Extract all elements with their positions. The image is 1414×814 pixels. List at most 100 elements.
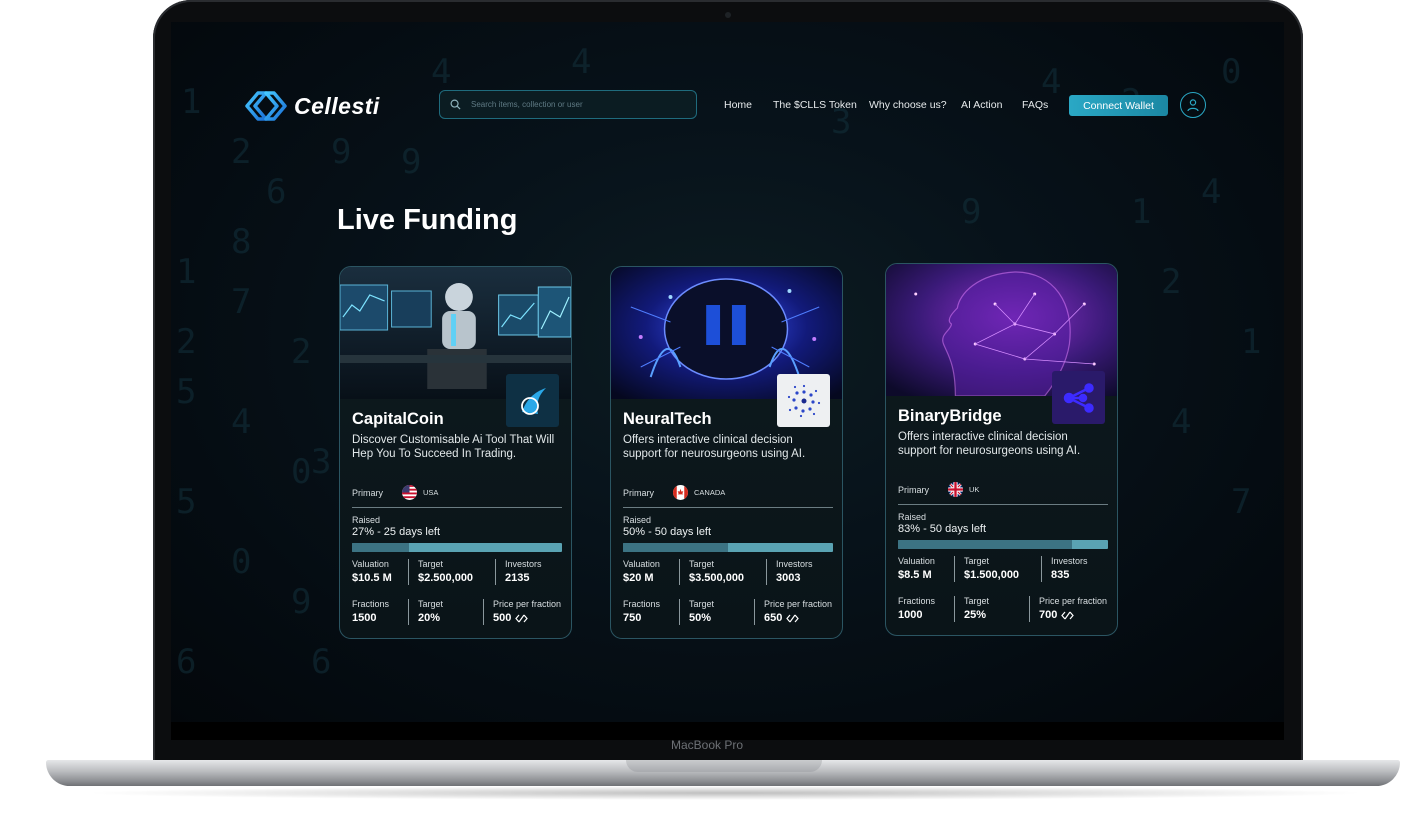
canada-flag-icon <box>673 485 688 500</box>
price-value: 500 <box>493 612 512 624</box>
nav-ai-action[interactable]: AI Action <box>961 99 1002 111</box>
stats-row-2: Fractions 1500 Target 20% Price per frac… <box>352 599 562 627</box>
stat-label: Price per fraction <box>493 599 562 609</box>
separator <box>679 599 680 625</box>
card-logo-binarybridge <box>1052 371 1105 424</box>
stat-value: 700 <box>1039 609 1107 621</box>
stat-value: 50% <box>689 612 712 624</box>
divider <box>352 507 562 508</box>
stat-label: Target <box>418 559 444 569</box>
card-description: Offers interactive clinical decision sup… <box>623 434 806 460</box>
raised-status: 50% - 50 days left <box>623 526 712 538</box>
stat-value: $3.500,000 <box>689 572 745 584</box>
price-value: 700 <box>1039 609 1058 621</box>
sail-icon <box>520 387 546 415</box>
device-model-label: MacBook Pro <box>670 738 744 752</box>
spiral-dots-icon <box>787 384 820 417</box>
stat-label: Target <box>418 599 444 609</box>
connect-wallet-button[interactable]: Connect Wallet <box>1069 95 1168 116</box>
cellesti-token-icon <box>1061 611 1075 619</box>
stats-row-2: Fractions 1000 Target 25% Price per frac… <box>898 596 1108 624</box>
stat-label: Price per fraction <box>1039 596 1108 606</box>
price-value: 650 <box>764 612 783 624</box>
stat-price-per-fraction: Price per fraction 700 <box>1039 596 1107 621</box>
stat-value: 20% <box>418 612 441 624</box>
cellesti-logo-icon <box>245 91 287 121</box>
separator <box>679 559 680 585</box>
stat-target: Target $1.500,000 <box>964 556 1019 581</box>
search-input[interactable] <box>469 99 683 110</box>
stats-row-2: Fractions 750 Target 50% Price per fract… <box>623 599 833 627</box>
stat-price-per-fraction: Price per fraction 500 <box>493 599 561 624</box>
cellesti-token-icon <box>515 614 529 622</box>
search-icon <box>450 99 461 110</box>
cellesti-token-icon <box>786 614 800 622</box>
raised-progress-bar <box>898 540 1108 549</box>
separator <box>954 596 955 622</box>
funding-card-neuraltech[interactable]: NeuralTech Offers interactive clinical d… <box>610 266 843 639</box>
nav-clls-token[interactable]: The $CLLS Token <box>773 99 857 111</box>
market-label: Primary <box>623 487 654 498</box>
stat-label: Investors <box>776 559 813 569</box>
funding-card-binarybridge[interactable]: BinaryBridge Offers interactive clinical… <box>885 263 1118 636</box>
market-label: Primary <box>352 487 383 498</box>
stat-value: 650 <box>764 612 832 624</box>
separator <box>483 599 484 625</box>
stat-fractions: Fractions 750 <box>623 599 660 624</box>
separator <box>495 559 496 585</box>
stat-valuation: Valuation $20 M <box>623 559 660 584</box>
market-row: Primary USA <box>352 485 562 500</box>
stat-investors: Investors 2135 <box>505 559 542 584</box>
user-account-button[interactable] <box>1180 92 1206 118</box>
raised-status: 83% - 50 days left <box>898 523 987 535</box>
brand-name: Cellesti <box>294 92 380 119</box>
stat-investors: Investors 835 <box>1051 556 1088 581</box>
stat-target-percent: Target 25% <box>964 596 989 621</box>
market-row: Primary CANADA <box>623 485 833 500</box>
stat-value: 750 <box>623 612 642 624</box>
stat-label: Fractions <box>352 599 390 609</box>
separator <box>754 599 755 625</box>
brand-logo[interactable]: Cellesti <box>244 90 380 122</box>
raised-label: Raised <box>898 512 927 522</box>
stat-label: Valuation <box>352 559 389 569</box>
market-label: Primary <box>898 484 929 495</box>
stat-value: 1500 <box>352 612 377 624</box>
nav-faqs[interactable]: FAQs <box>1022 99 1048 111</box>
country-label: CANADA <box>694 488 726 497</box>
stat-label: Target <box>964 596 990 606</box>
stat-valuation: Valuation $8.5 M <box>898 556 935 581</box>
stat-label: Price per fraction <box>764 599 833 609</box>
search-bar[interactable] <box>439 90 697 119</box>
raised-progress-bar <box>623 543 833 552</box>
stat-label: Investors <box>1051 556 1088 566</box>
country-label: UK <box>969 485 980 494</box>
laptop-base-notch <box>626 760 822 772</box>
stat-label: Valuation <box>898 556 935 566</box>
separator <box>954 556 955 582</box>
nav-why-choose-us[interactable]: Why choose us? <box>869 99 947 111</box>
card-description: Discover Customisable Ai Tool That Will … <box>352 434 555 460</box>
stats-row-1: Valuation $8.5 M Target $1.500,000 Inves… <box>898 556 1108 584</box>
card-name: NeuralTech <box>623 410 712 428</box>
stat-value: 500 <box>493 612 561 624</box>
usa-flag-icon <box>402 485 417 500</box>
funding-card-capitalcoin[interactable]: CapitalCoin Discover Customisable Ai Too… <box>339 266 572 639</box>
stat-label: Target <box>964 556 990 566</box>
raised-label: Raised <box>352 515 381 525</box>
card-logo-neuraltech <box>777 374 830 427</box>
separator <box>1041 556 1042 582</box>
separator <box>766 559 767 585</box>
stat-value: 835 <box>1051 569 1070 581</box>
nav-home[interactable]: Home <box>724 99 752 111</box>
stat-target: Target $2.500,000 <box>418 559 473 584</box>
stat-label: Target <box>689 599 715 609</box>
section-title: Live Funding <box>337 204 518 236</box>
stat-fractions: Fractions 1000 <box>898 596 935 621</box>
stat-target: Target $3.500,000 <box>689 559 744 584</box>
stat-label: Target <box>689 559 715 569</box>
stat-fractions: Fractions 1500 <box>352 599 389 624</box>
stats-row-1: Valuation $20 M Target $3.500,000 Invest… <box>623 559 833 587</box>
stat-value: 2135 <box>505 572 530 584</box>
stat-target-percent: Target 20% <box>418 599 443 624</box>
